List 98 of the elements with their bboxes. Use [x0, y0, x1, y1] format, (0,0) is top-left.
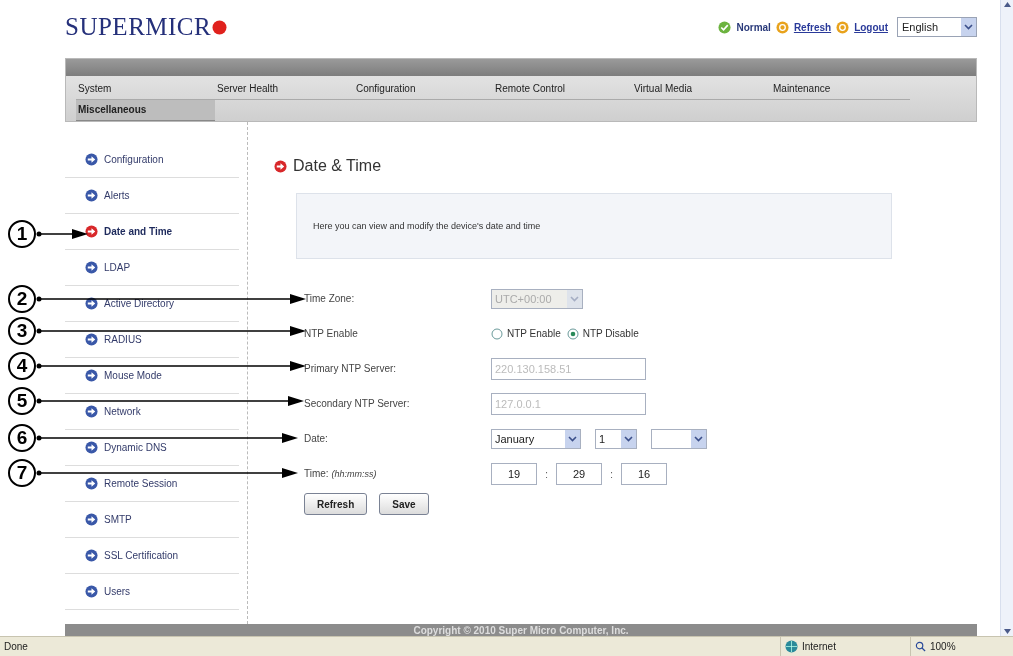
time-separator: : — [610, 467, 614, 480]
callout-number: 6 — [8, 424, 36, 452]
field-label: Date: — [304, 433, 329, 444]
caret-icon — [964, 24, 973, 30]
year-select[interactable] — [651, 428, 707, 449]
caret-icon — [624, 435, 633, 442]
scroll-up-icon[interactable] — [1003, 2, 1011, 7]
language-select[interactable]: English — [897, 17, 977, 37]
health-status: Normal — [736, 21, 771, 33]
arrow-bullet-icon — [85, 405, 98, 418]
callout-number: 2 — [8, 285, 36, 313]
globe-icon — [785, 640, 798, 653]
sidebar-label: Configuration — [104, 154, 164, 165]
pointer-arrow — [36, 228, 88, 240]
radio-option[interactable]: NTP Disable — [566, 327, 639, 340]
sidebar-item[interactable]: Dynamic DNS — [65, 430, 239, 466]
nav-tab[interactable]: Server Health — [215, 79, 354, 100]
arrow-bullet-icon — [85, 297, 98, 310]
scroll-down-icon[interactable] — [1003, 629, 1011, 634]
sidebar-item[interactable]: Alerts — [65, 178, 239, 214]
sidebar-label: LDAP — [104, 262, 131, 273]
sidebar-label: Date and Time — [104, 226, 173, 237]
sidebar-item[interactable]: Network — [65, 394, 239, 430]
save-button[interactable]: Save — [379, 493, 429, 515]
radio-option[interactable]: NTP Enable — [491, 327, 561, 340]
arrow-bullet-icon — [85, 189, 98, 202]
sidebar-label: SMTP — [104, 514, 132, 525]
sidebar-label: Remote Session — [104, 478, 178, 489]
callout-number: 5 — [8, 387, 36, 415]
arrow-bullet-icon — [85, 369, 98, 382]
sidebar-item[interactable]: Configuration — [65, 142, 239, 178]
header-link[interactable]: Logout — [854, 21, 888, 33]
sidebar-item[interactable]: LDAP — [65, 250, 239, 286]
callout-number: 3 — [8, 317, 36, 345]
sidebar-label: Dynamic DNS — [104, 442, 167, 453]
day-select[interactable]: 1 — [595, 428, 637, 449]
arrow-bullet-icon — [85, 261, 98, 274]
sidebar-item[interactable]: Remote Session — [65, 466, 239, 502]
arrow-bullet-icon — [85, 513, 98, 526]
field-label: Time: (hh:mm:ss) — [304, 468, 378, 479]
arrow-bullet-icon — [85, 585, 98, 598]
nav-tab[interactable]: Remote Control — [493, 79, 632, 100]
sidebar-label: Active Directory — [104, 298, 174, 309]
sidebar-label: Alerts — [104, 190, 130, 201]
sidebar-label: Network — [104, 406, 141, 417]
arrow-bullet-icon — [85, 153, 98, 166]
nav-tab[interactable]: Maintenance — [771, 79, 910, 100]
arrow-bullet-icon — [85, 441, 98, 454]
time-field[interactable]: 29 — [556, 462, 603, 485]
caret-icon — [568, 435, 577, 442]
copyright-text: Copyright © 2010 Super Micro Computer, Inc. — [413, 624, 629, 636]
field-label: Secondary NTP Server: — [304, 398, 411, 409]
sidebar-label: RADIUS — [104, 334, 142, 345]
refresh-button[interactable]: Refresh — [304, 493, 368, 515]
time-field[interactable]: 19 — [491, 462, 537, 485]
logo-dot-icon — [212, 19, 228, 35]
nav-tab[interactable]: Configuration — [354, 79, 493, 100]
sidebar-item[interactable]: Mouse Mode — [65, 358, 239, 394]
logo-text: SUPERMICR — [65, 13, 212, 41]
caret-icon — [694, 435, 703, 442]
page-title: Date & Time — [293, 157, 382, 175]
header-link[interactable]: Refresh — [793, 21, 832, 33]
callout-number: 4 — [8, 352, 36, 380]
time-separator: : — [545, 467, 549, 480]
nav-tab[interactable]: Virtual Media — [632, 79, 771, 100]
caret-icon — [570, 295, 579, 302]
radio-label: NTP Enable — [507, 328, 561, 339]
sidebar-item[interactable]: RADIUS — [65, 322, 239, 358]
sidebar-item[interactable]: Active Directory — [65, 286, 239, 322]
check-icon — [718, 20, 732, 34]
radio-button[interactable] — [566, 327, 579, 340]
field-label: Time Zone: — [304, 293, 356, 304]
zoom-level[interactable]: 100% — [930, 641, 956, 652]
sidebar-label: Users — [104, 586, 131, 597]
callout-number: 1 — [8, 220, 36, 248]
time-field[interactable]: 16 — [621, 462, 668, 485]
sidebar-item[interactable]: SMTP — [65, 502, 239, 538]
arrow-bullet-icon — [85, 225, 98, 238]
month-select[interactable]: January — [491, 428, 581, 449]
sidebar-item[interactable]: Users — [65, 574, 239, 610]
callout-number: 7 — [8, 459, 36, 487]
radio-label: NTP Disable — [582, 328, 639, 339]
description-text: Here you can view and modify the device's date and time — [313, 221, 541, 231]
sidebar-item[interactable]: SSL Certification — [65, 538, 239, 574]
zoom-icon — [915, 641, 926, 652]
field-label: NTP Enable — [304, 328, 359, 339]
sidebar-label: SSL Certification — [104, 550, 179, 561]
field-label: Primary NTP Server: — [304, 363, 398, 374]
status-text: Done — [4, 641, 28, 652]
arrow-bullet-icon — [85, 477, 98, 490]
zone-text: Internet — [802, 641, 836, 652]
arrow-bullet-icon — [274, 159, 287, 173]
radio-button[interactable] — [491, 327, 503, 340]
arrow-bullet-icon — [85, 549, 98, 562]
sidebar-label: Mouse Mode — [104, 370, 162, 381]
arrow-bullet-icon — [85, 333, 98, 346]
nav-tab[interactable]: Miscellaneous — [76, 100, 215, 121]
scrollbar[interactable] — [1000, 0, 1013, 636]
